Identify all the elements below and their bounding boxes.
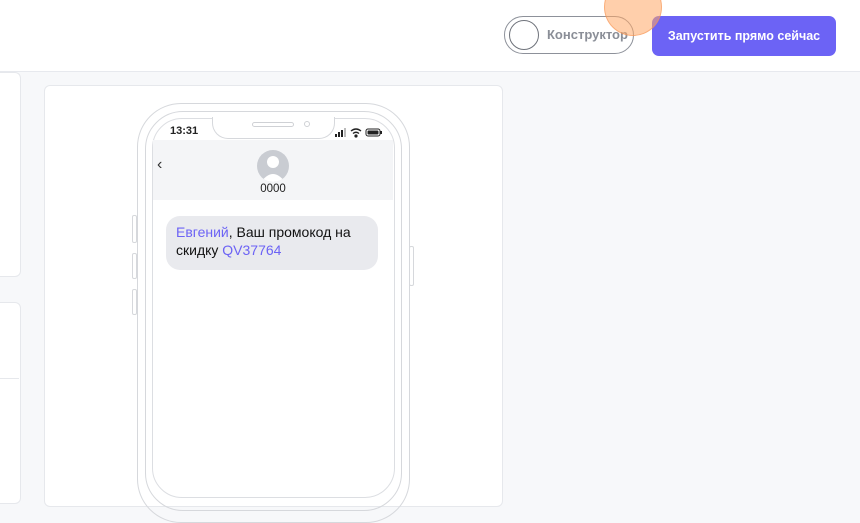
back-chevron-icon[interactable]: ‹ <box>157 156 162 174</box>
left-panel-top <box>0 72 21 277</box>
camera-icon <box>304 121 310 127</box>
phone-side-button <box>132 215 137 243</box>
phone-side-button <box>132 253 137 279</box>
contact-name: 0000 <box>260 183 286 195</box>
message-promo-code: QV37764 <box>222 242 282 258</box>
status-time: 13:31 <box>170 125 199 137</box>
status-icons <box>335 128 382 138</box>
left-panel-divider <box>0 378 19 379</box>
message-name: Евгений <box>176 224 229 240</box>
message-bubble: Евгений, Ваш промокод на скидку QV37764 <box>166 216 378 270</box>
contact-avatar <box>257 150 289 182</box>
person-icon <box>261 156 285 182</box>
left-panel-bottom <box>0 302 21 504</box>
battery-icon <box>365 128 382 137</box>
phone-power-button <box>409 246 414 286</box>
toggle-knob <box>509 20 539 50</box>
speaker-icon <box>252 122 294 127</box>
phone-notch <box>212 117 335 139</box>
phone-side-button <box>132 289 137 315</box>
launch-now-button-label: Запустить прямо сейчас <box>667 29 821 43</box>
wifi-icon <box>350 128 362 138</box>
signal-icon <box>335 128 346 137</box>
launch-now-button[interactable]: Запустить прямо сейчас <box>652 16 836 56</box>
